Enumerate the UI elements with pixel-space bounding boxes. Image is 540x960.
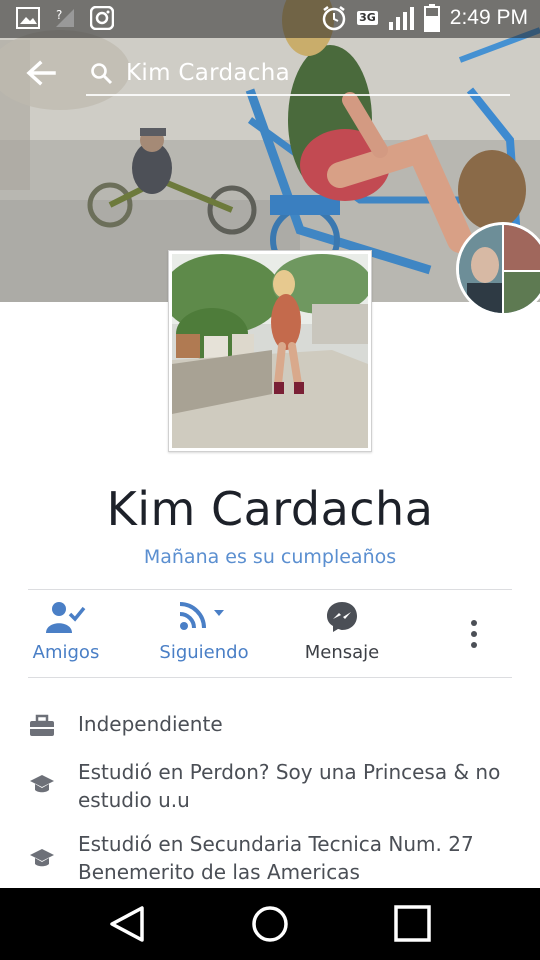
friends-check-icon <box>46 602 86 633</box>
more-vertical-icon <box>471 620 477 648</box>
graduation-cap-icon <box>30 775 54 793</box>
home-circle-icon <box>252 906 288 942</box>
nav-home-button[interactable] <box>248 904 292 944</box>
friends-label: Amigos <box>32 642 100 663</box>
info-education-1-text: Estudió en Perdon? Soy una Princesa & no… <box>78 760 501 812</box>
status-bar: ? 3G 2:49 PM <box>0 0 540 38</box>
android-nav-bar <box>0 888 540 960</box>
status-right: 3G 2:49 PM <box>321 4 528 32</box>
battery-icon <box>423 4 440 32</box>
friend-avatar[interactable] <box>456 222 540 316</box>
search-icon <box>91 63 113 85</box>
nav-recents-button[interactable] <box>390 904 434 944</box>
info-work-text: Independiente <box>78 712 223 736</box>
following-button[interactable]: Siguiendo <box>150 598 258 663</box>
profile-picture-image <box>172 254 368 448</box>
following-label: Siguiendo <box>159 642 249 663</box>
no-signal-icon: ? <box>56 8 74 27</box>
message-button[interactable]: Mensaje <box>296 598 388 663</box>
info-education-2-text: Estudió en Secundaria Tecnica Num. 27 Be… <box>78 832 474 884</box>
back-button[interactable] <box>24 58 58 88</box>
clock: 2:49 PM <box>449 6 528 29</box>
graduation-cap-icon <box>30 849 54 867</box>
status-left: ? <box>16 6 114 30</box>
briefcase-icon <box>30 714 54 736</box>
divider <box>28 677 512 678</box>
gallery-icon <box>16 7 40 29</box>
network-type: 3G <box>357 11 378 25</box>
profile-name: Kim Cardacha <box>106 482 434 536</box>
arrow-left-icon <box>26 60 56 86</box>
svg-text:?: ? <box>56 8 62 22</box>
birthday-note[interactable]: Mañana es su cumpleaños <box>0 546 540 568</box>
signal-icon <box>388 7 414 30</box>
profile-picture[interactable] <box>168 250 372 452</box>
instagram-icon <box>90 6 114 30</box>
search-bar[interactable]: Kim Cardacha <box>86 54 510 96</box>
divider <box>28 589 512 590</box>
recents-square-icon <box>394 905 431 942</box>
rss-follow-icon <box>179 602 224 630</box>
nav-back-button[interactable] <box>106 904 150 944</box>
alarm-icon <box>322 6 346 31</box>
friend-avatar-image <box>459 225 540 313</box>
search-query: Kim Cardacha <box>126 60 291 86</box>
messenger-icon <box>327 602 357 632</box>
back-triangle-icon <box>110 906 144 942</box>
more-options-button[interactable] <box>462 616 486 652</box>
friends-button[interactable]: Amigos <box>20 598 112 663</box>
profile-actions: Amigos Siguiendo Mensaje <box>0 598 540 674</box>
message-label: Mensaje <box>304 642 380 663</box>
